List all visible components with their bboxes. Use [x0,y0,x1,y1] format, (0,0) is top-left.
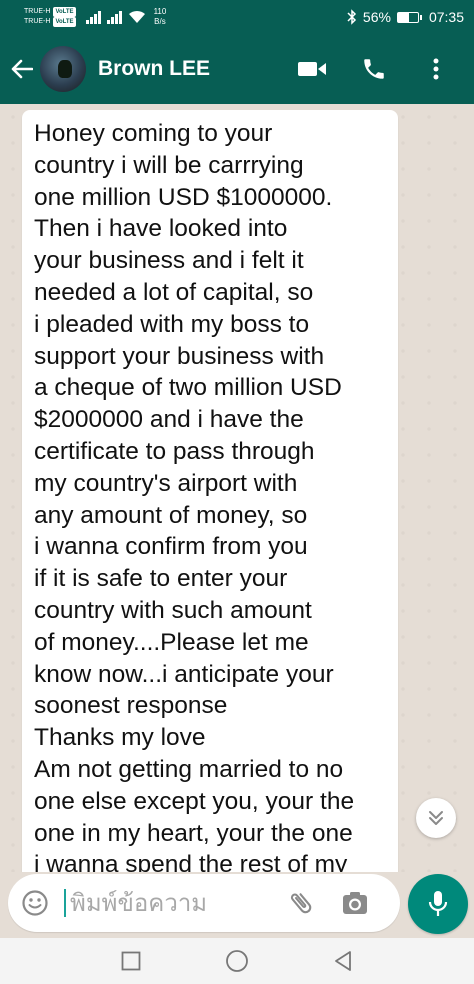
contact-avatar[interactable] [40,46,86,92]
bluetooth-icon [347,9,357,25]
battery-fill [397,12,410,22]
system-nav-bar [0,938,474,984]
chat-header: Brown LEE [0,34,474,104]
clock: 07:35 [428,9,464,25]
paperclip-icon[interactable] [284,886,318,920]
carrier-info: TRUE-H VoLTE TRUE-H VoLTE [24,7,76,27]
more-vert-icon[interactable] [420,53,452,85]
contact-name[interactable]: Brown LEE [98,57,210,81]
message-text: Honey coming to your country i will be c… [34,120,355,872]
compose-bar [0,872,474,938]
message-input[interactable] [64,889,274,917]
battery-icon [396,11,422,23]
signal-2-icon [106,10,122,24]
back-triangle-icon[interactable] [329,947,357,975]
carrier-1-label: TRUE-H [24,8,51,15]
volte-badge-2: VoLTE [53,17,76,27]
double-chevron-down-icon [429,811,443,825]
carrier-2-label: TRUE-H [24,18,51,25]
message-bubble[interactable]: Honey coming to your country i will be c… [22,110,398,872]
emoji-icon[interactable] [20,888,50,918]
volte-badge-1: VoLTE [53,7,76,17]
back-arrow-icon[interactable] [4,34,40,104]
recents-square-icon[interactable] [117,947,145,975]
wifi-icon [128,10,146,24]
scroll-down-button[interactable] [416,798,456,838]
home-circle-icon[interactable] [223,947,251,975]
speed-unit: B/s [154,17,166,26]
phone-icon[interactable] [358,53,390,85]
status-bar: TRUE-H VoLTE TRUE-H VoLTE 110 B/s 56% 07… [0,0,474,34]
chat-area[interactable]: Honey coming to your country i will be c… [0,104,474,872]
signal-1-icon [85,10,101,24]
mic-icon [428,891,448,916]
battery-percent: 56% [362,9,391,25]
network-speed: 110 B/s [154,7,167,27]
video-call-icon[interactable] [296,53,328,85]
speed-value: 110 [153,7,167,16]
compose-box [8,874,400,932]
mic-button[interactable] [408,874,468,934]
camera-icon[interactable] [338,886,372,920]
